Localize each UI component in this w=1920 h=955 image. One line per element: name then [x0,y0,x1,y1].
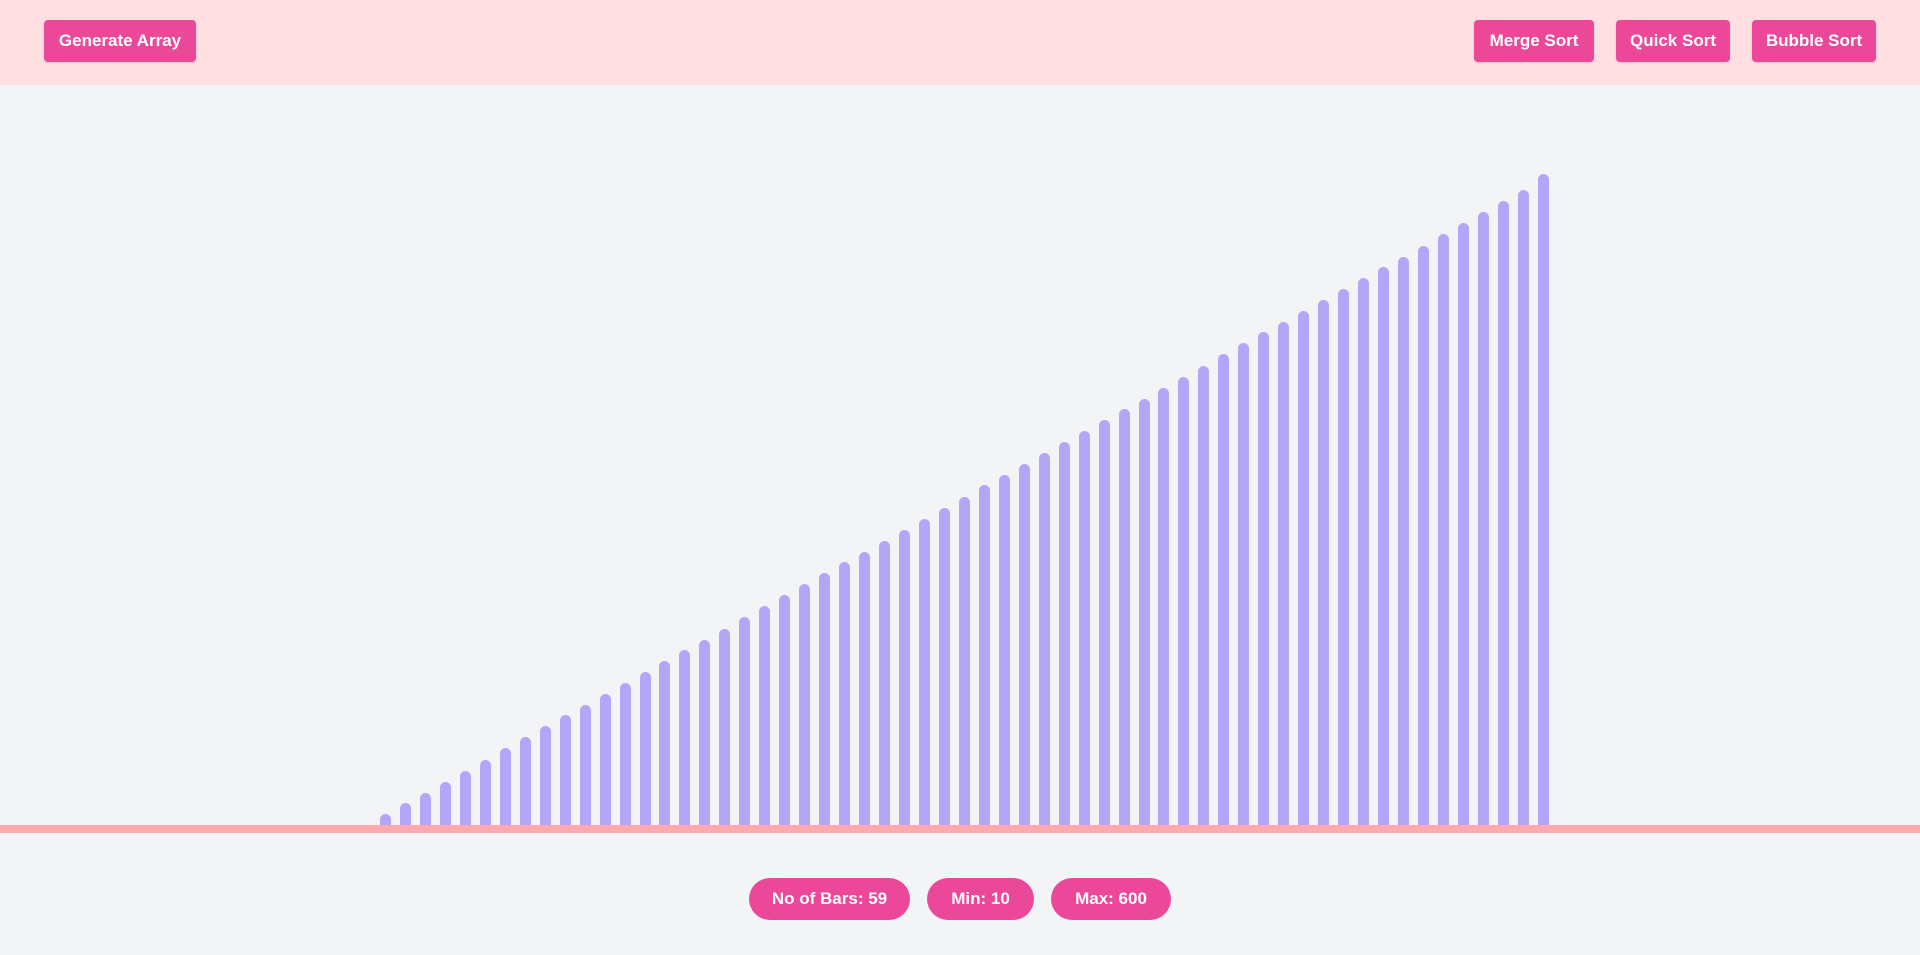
array-bar [559,715,571,825]
array-bar [1018,463,1030,825]
array-bar [1038,452,1050,825]
array-bar [719,628,731,825]
array-bar [1457,222,1469,825]
array-bar [1278,321,1290,825]
bar-visualization [0,85,1920,826]
array-bar [499,748,511,825]
array-bar [1338,289,1350,825]
array-bar [918,519,930,825]
array-bar [1398,256,1409,825]
array-bar [1178,376,1190,825]
array-bar [699,639,711,825]
array-bar [1258,332,1270,825]
bubble-sort-button[interactable]: Bubble Sort [1752,20,1876,62]
array-bar [1517,190,1529,825]
array-bar [639,672,651,825]
array-bar [998,474,1010,825]
array-bar [579,704,591,825]
bar-count-badge: No of Bars: 59 [749,878,910,920]
array-bar [439,781,451,825]
array-bar [779,595,791,825]
array-bar [380,814,391,825]
array-bar [879,540,890,825]
array-bar [459,770,471,826]
array-bar [1298,310,1310,825]
array-bar [599,693,611,825]
array-bar [1537,174,1549,825]
max-value-badge: Max: 600 [1051,878,1171,920]
array-bar [1138,398,1150,825]
array-bar [1318,299,1330,825]
array-bar [799,584,811,825]
array-bar [1058,442,1070,825]
array-bar [739,616,751,825]
min-value-badge: Min: 10 [927,878,1034,920]
array-bar [1158,387,1170,825]
array-bar [1417,245,1429,825]
array-bar [1358,278,1369,825]
array-bar [759,605,771,825]
stats-footer: No of Bars: 59 Min: 10 Max: 600 [0,878,1920,922]
array-bar [1078,431,1090,825]
array-bar [400,803,411,825]
array-bar [479,759,491,825]
merge-sort-button[interactable]: Merge Sort [1474,20,1594,62]
array-bar [1437,233,1449,825]
array-bar [1218,354,1230,825]
array-bar [1118,409,1130,825]
array-bar [659,661,671,825]
array-bar [1198,366,1210,825]
array-bar [1497,201,1509,825]
array-bar [1378,267,1389,825]
array-bar [519,737,531,825]
baseline-divider [0,825,1920,833]
array-bar [679,650,691,825]
array-bar [1477,212,1489,825]
array-bar [619,682,631,825]
array-bar [978,485,990,825]
quick-sort-button[interactable]: Quick Sort [1616,20,1730,62]
top-toolbar: Generate Array Merge Sort Quick Sort Bub… [0,0,1920,85]
array-bar [419,792,431,826]
array-bar [539,726,551,825]
array-bar [1098,420,1110,825]
array-bar [938,508,950,825]
generate-array-button[interactable]: Generate Array [44,20,196,62]
array-bar [859,551,870,825]
array-bar [899,529,910,825]
array-bar [1238,343,1250,825]
array-bar [839,562,851,825]
array-bar [819,573,831,825]
array-bar [958,497,970,825]
